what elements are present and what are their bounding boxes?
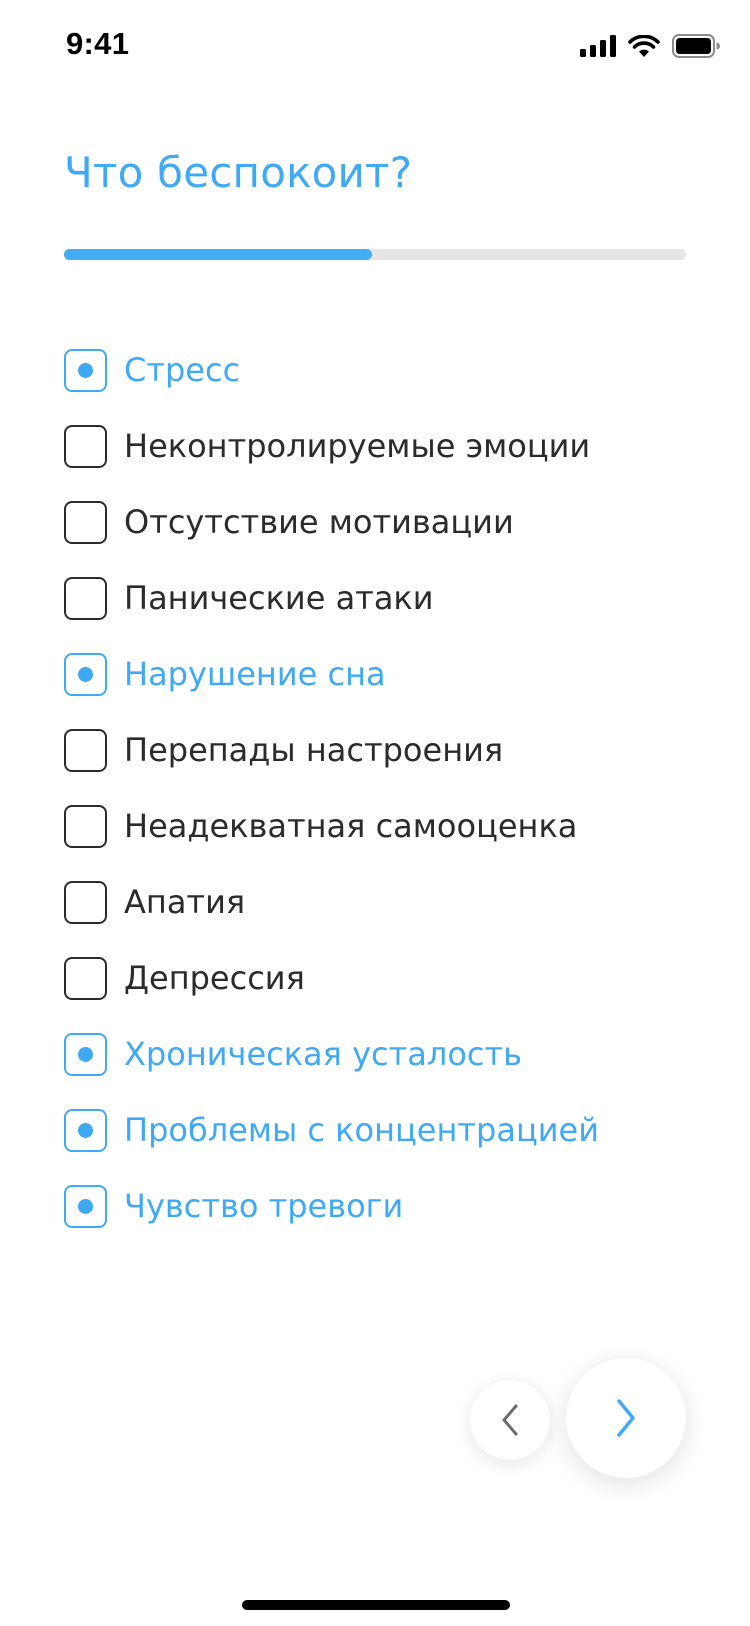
option-panic-attacks[interactable]: Панические атаки <box>64 560 704 636</box>
next-button[interactable] <box>566 1358 686 1478</box>
wifi-icon <box>628 34 660 57</box>
checkbox-dot-icon <box>78 1122 93 1138</box>
option-label: Отсутствие мотивации <box>124 503 514 541</box>
option-label: Хроническая усталость <box>124 1035 522 1073</box>
checkbox[interactable] <box>64 1032 107 1076</box>
checkbox-dot-icon <box>78 362 93 378</box>
option-label: Чувство тревоги <box>124 1187 404 1225</box>
checkbox[interactable] <box>64 804 107 848</box>
option-label: Неадекватная самооценка <box>124 807 578 845</box>
back-button[interactable] <box>470 1380 550 1460</box>
checkbox-dot-icon <box>78 1046 93 1062</box>
option-uncontrolled-emotions[interactable]: Неконтролируемые эмоции <box>64 408 704 484</box>
chevron-left-icon <box>502 1404 518 1436</box>
option-label: Апатия <box>124 883 246 921</box>
checkbox[interactable] <box>64 956 107 1000</box>
signal-icon <box>580 35 616 57</box>
checkbox[interactable] <box>64 576 107 620</box>
options-list: Стресс Неконтролируемые эмоции Отсутстви… <box>64 332 704 1244</box>
home-indicator[interactable] <box>242 1600 510 1610</box>
option-chronic-fatigue[interactable]: Хроническая усталость <box>64 1016 704 1092</box>
option-label: Проблемы с концентрацией <box>124 1111 600 1149</box>
checkbox-dot-icon <box>78 1198 93 1214</box>
option-anxiety[interactable]: Чувство тревоги <box>64 1168 704 1244</box>
option-label: Панические атаки <box>124 579 434 617</box>
option-label: Перепады настроения <box>124 731 504 769</box>
option-apathy[interactable]: Апатия <box>64 864 704 940</box>
checkbox[interactable] <box>64 348 107 392</box>
battery-icon <box>672 34 720 58</box>
progress-fill <box>64 249 372 260</box>
checkbox[interactable] <box>64 500 107 544</box>
option-label: Неконтролируемые эмоции <box>124 427 591 465</box>
checkbox[interactable] <box>64 424 107 468</box>
option-label: Нарушение сна <box>124 655 386 693</box>
checkbox-dot-icon <box>78 666 93 682</box>
status-time: 9:41 <box>66 26 130 61</box>
option-self-esteem[interactable]: Неадекватная самооценка <box>64 788 704 864</box>
option-mood-swings[interactable]: Перепады настроения <box>64 712 704 788</box>
option-concentration[interactable]: Проблемы с концентрацией <box>64 1092 704 1168</box>
checkbox[interactable] <box>64 728 107 772</box>
option-label: Стресс <box>124 351 241 389</box>
status-bar: 9:41 <box>0 0 750 92</box>
option-lack-of-motivation[interactable]: Отсутствие мотивации <box>64 484 704 560</box>
checkbox[interactable] <box>64 652 107 696</box>
option-depression[interactable]: Депрессия <box>64 940 704 1016</box>
chevron-right-icon <box>617 1399 635 1437</box>
option-sleep-disorder[interactable]: Нарушение сна <box>64 636 704 712</box>
page-title: Что беспокоит? <box>64 148 413 197</box>
progress-bar <box>64 249 686 260</box>
option-stress[interactable]: Стресс <box>64 332 704 408</box>
checkbox[interactable] <box>64 880 107 924</box>
option-label: Депрессия <box>124 959 305 997</box>
checkbox[interactable] <box>64 1108 107 1152</box>
status-icons <box>580 34 720 58</box>
checkbox[interactable] <box>64 1184 107 1228</box>
